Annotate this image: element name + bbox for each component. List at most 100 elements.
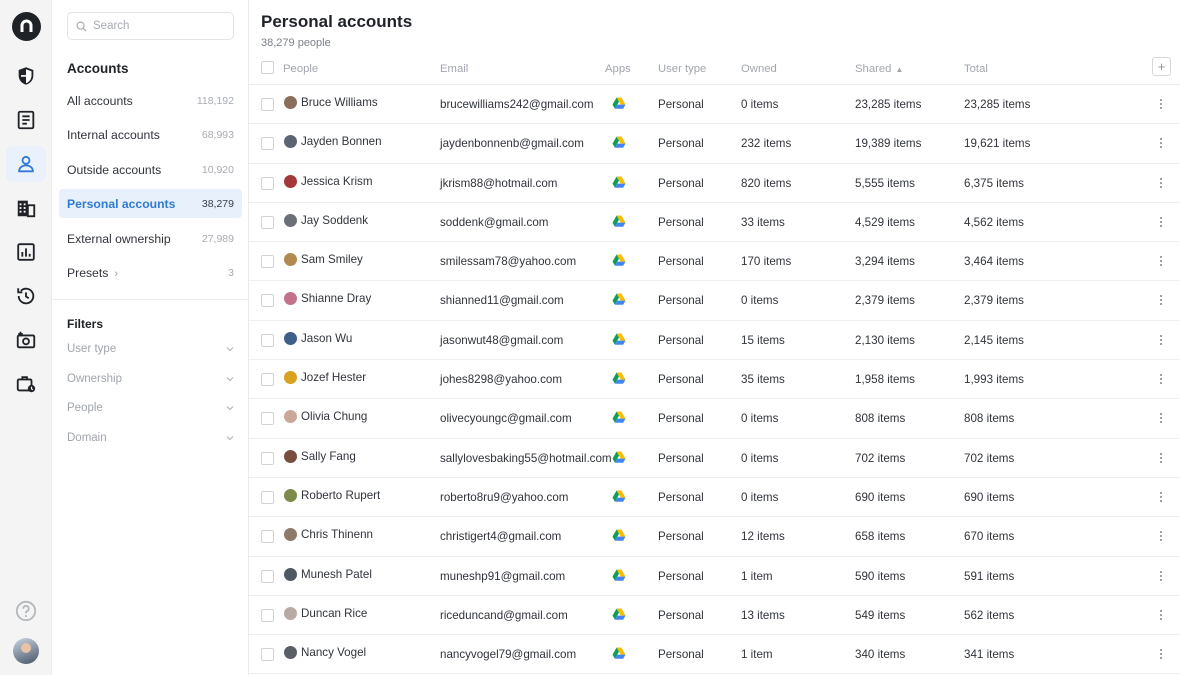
person-cell[interactable]: Duncan Rice — [284, 606, 367, 620]
table-row[interactable]: Jozef Hester johes8298@yahoo.com Personal 3… — [249, 360, 1180, 400]
person-cell[interactable]: Jay Soddenk — [284, 213, 368, 227]
person-name: Bruce Williams — [301, 96, 378, 109]
column-header-people[interactable]: People — [283, 63, 318, 75]
sidebar-item-outside-accounts[interactable]: Outside accounts 10,920 — [59, 155, 242, 184]
row-checkbox[interactable] — [261, 648, 274, 662]
person-cell[interactable]: Roberto Rupert — [284, 488, 380, 502]
search-input[interactable] — [93, 20, 223, 32]
row-checkbox[interactable] — [261, 255, 274, 269]
row-checkbox[interactable] — [261, 176, 274, 190]
more-options-icon[interactable] — [1155, 488, 1167, 506]
more-options-icon[interactable] — [1155, 174, 1167, 192]
row-checkbox[interactable] — [261, 294, 274, 308]
select-all-checkbox[interactable] — [261, 61, 274, 74]
table-row[interactable]: Jay Soddenk soddenk@gmail.com Personal 33 i… — [249, 203, 1180, 243]
more-options-icon[interactable] — [1155, 291, 1167, 309]
more-options-icon[interactable] — [1155, 409, 1167, 427]
help-icon[interactable] — [15, 600, 37, 622]
table-row[interactable]: Chris Thinenn christigert4@gmail.com Perso… — [249, 517, 1180, 557]
building-icon[interactable] — [6, 190, 46, 226]
user-icon[interactable] — [6, 146, 46, 182]
row-checkbox[interactable] — [261, 333, 274, 347]
person-cell[interactable]: Chris Thinenn — [284, 528, 373, 542]
more-options-icon[interactable] — [1155, 252, 1167, 270]
more-options-icon[interactable] — [1155, 370, 1167, 388]
shield-icon[interactable] — [6, 58, 46, 94]
sidebar-item-external-ownership[interactable]: External ownership 27,989 — [59, 224, 242, 253]
table-row[interactable]: Sam Smiley smilessam78@yahoo.com Personal 1… — [249, 242, 1180, 282]
row-checkbox[interactable] — [261, 412, 274, 426]
table-row[interactable]: Bruce Williams brucewilliams242@gmail.com… — [249, 85, 1180, 125]
table-row[interactable]: Roberto Rupert roberto8ru9@yahoo.com Perso… — [249, 478, 1180, 518]
table-row[interactable]: Jessica Krism jkrism88@hotmail.com Persona… — [249, 164, 1180, 203]
column-header-user-type[interactable]: User type — [658, 63, 706, 75]
search-box[interactable] — [67, 12, 234, 40]
column-header-email[interactable]: Email — [440, 63, 468, 75]
row-checkbox[interactable] — [261, 451, 274, 465]
column-header-shared[interactable]: Shared ▲ — [855, 63, 903, 75]
column-header-owned[interactable]: Owned — [741, 63, 777, 75]
shared-cell: 1,958 items — [855, 373, 915, 387]
row-checkbox[interactable] — [261, 98, 274, 111]
filter-label: Ownership — [67, 373, 122, 385]
filter-domain[interactable]: Domain — [67, 432, 235, 444]
chart-icon[interactable] — [6, 234, 46, 270]
add-column-button[interactable]: + — [1152, 57, 1171, 76]
sidebar-item-internal-accounts[interactable]: Internal accounts 68,993 — [59, 120, 242, 149]
camera-icon[interactable] — [6, 322, 46, 358]
person-cell[interactable]: Bruce Williams — [284, 96, 378, 109]
row-checkbox[interactable] — [261, 569, 274, 583]
shared-cell: 658 items — [855, 530, 906, 544]
filter-user-type[interactable]: User type — [67, 343, 235, 355]
person-cell[interactable]: Sally Fang — [284, 449, 356, 463]
briefcase-clock-icon[interactable] — [6, 366, 46, 402]
more-options-icon[interactable] — [1155, 645, 1167, 663]
document-icon[interactable] — [6, 102, 46, 138]
person-cell[interactable]: Sam Smiley — [284, 253, 363, 267]
sidebar-item-presets[interactable]: Presets › 3 — [59, 258, 242, 287]
row-checkbox[interactable] — [261, 608, 274, 622]
more-options-icon[interactable] — [1155, 449, 1167, 467]
person-cell[interactable]: Jason Wu — [284, 331, 352, 345]
more-options-icon[interactable] — [1155, 213, 1167, 231]
person-cell[interactable]: Nancy Vogel — [284, 646, 366, 660]
person-cell[interactable]: Jayden Bonnen — [284, 135, 382, 149]
more-options-icon[interactable] — [1155, 567, 1167, 585]
user-avatar[interactable] — [13, 638, 39, 664]
more-options-icon[interactable] — [1155, 527, 1167, 545]
sidebar-item-label: Outside accounts — [67, 162, 162, 177]
table-row[interactable]: Shianne Dray shianned11@gmail.com Personal… — [249, 281, 1180, 321]
table-row[interactable]: Sally Fang sallylovesbaking55@hotmail.com… — [249, 439, 1180, 478]
chevron-down-icon — [226, 436, 234, 441]
table-row[interactable]: Jayden Bonnen jaydenbonnenb@gmail.com Pers… — [249, 124, 1180, 164]
history-icon[interactable] — [6, 278, 46, 314]
table-row[interactable]: Olivia Chung olivecyoungc@gmail.com Person… — [249, 399, 1180, 439]
app-logo-icon[interactable] — [12, 12, 41, 41]
more-options-icon[interactable] — [1155, 95, 1167, 113]
user-type-cell: Personal — [658, 608, 704, 622]
more-options-icon[interactable] — [1155, 331, 1167, 349]
row-checkbox[interactable] — [261, 137, 274, 151]
table-row[interactable]: Jason Wu jasonwut48@gmail.com Personal 15 i… — [249, 321, 1180, 361]
person-cell[interactable]: Olivia Chung — [284, 410, 367, 424]
person-cell[interactable]: Shianne Dray — [284, 292, 371, 306]
row-checkbox[interactable] — [261, 215, 274, 229]
column-header-apps[interactable]: Apps — [605, 63, 631, 75]
column-header-total[interactable]: Total — [964, 63, 988, 75]
filter-ownership[interactable]: Ownership — [67, 373, 235, 385]
table-row[interactable]: Nancy Vogel nancyvogel79@gmail.com Persona… — [249, 635, 1180, 675]
more-options-icon[interactable] — [1155, 606, 1167, 624]
person-cell[interactable]: Jessica Krism — [284, 174, 373, 188]
table-row[interactable]: Munesh Patel muneshp91@gmail.com Personal 1… — [249, 557, 1180, 596]
filter-people[interactable]: People — [67, 402, 235, 414]
row-checkbox[interactable] — [261, 373, 274, 387]
row-checkbox[interactable] — [261, 490, 274, 504]
person-cell[interactable]: Munesh Patel — [284, 567, 372, 581]
table-row[interactable]: Duncan Rice riceduncand@gmail.com Personal… — [249, 596, 1180, 636]
more-options-icon[interactable] — [1155, 134, 1167, 152]
sidebar-item-personal-accounts[interactable]: Personal accounts 38,279 — [59, 189, 242, 218]
sidebar-item-all-accounts[interactable]: All accounts 118,192 — [59, 86, 242, 115]
row-checkbox[interactable] — [261, 530, 274, 544]
email-cell: soddenk@gmail.com — [440, 215, 549, 229]
person-cell[interactable]: Jozef Hester — [284, 371, 366, 385]
